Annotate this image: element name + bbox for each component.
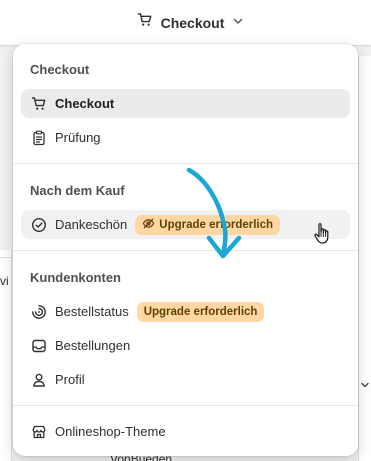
inbox-icon <box>31 338 47 354</box>
menu-item-label: Profil <box>55 372 85 387</box>
background-right-panel <box>358 56 371 461</box>
upgrade-required-badge: Upgrade erforderlich <box>136 301 265 322</box>
menu-item-label: Prüfung <box>55 130 101 145</box>
menu-item-checkout[interactable]: Checkout <box>21 89 350 118</box>
badge-label: Upgrade erforderlich <box>159 218 274 231</box>
badge-label: Upgrade erforderlich <box>143 305 258 318</box>
menu-item-label: Checkout <box>55 96 115 111</box>
section-divider <box>13 250 358 251</box>
menu-item-label: Dankeschön <box>55 217 128 232</box>
menu-item-label: Bestellungen <box>55 338 131 353</box>
store-icon <box>31 424 47 440</box>
person-icon <box>31 372 47 388</box>
background-left-text: vi <box>0 274 9 288</box>
section-heading-kundenkonten: Kundenkonten <box>30 270 121 285</box>
upgrade-required-badge: Upgrade erforderlich <box>135 214 281 235</box>
menu-item-bestellungen[interactable]: Bestellungen <box>21 331 350 360</box>
clipboard-icon <box>31 130 47 146</box>
section-divider <box>13 405 358 406</box>
chevron-down-icon <box>232 14 244 32</box>
menu-item-label: Bestellstatus <box>55 304 129 319</box>
check-circle-icon <box>31 217 47 233</box>
chevron-down-icon <box>360 380 370 393</box>
background-divider <box>0 257 12 258</box>
page-switcher-label: Checkout <box>160 14 225 31</box>
menu-item-profil[interactable]: Profil <box>21 365 350 394</box>
section-divider <box>13 163 358 164</box>
section-heading-checkout: Checkout <box>30 62 90 77</box>
cart-icon <box>137 12 153 33</box>
menu-item-label: Onlineshop-Theme <box>55 424 166 439</box>
menu-item-onlineshop-theme[interactable]: Onlineshop-Theme <box>21 417 350 446</box>
menu-item-bestellstatus[interactable]: Bestellstatus Upgrade erforderlich <box>21 297 350 326</box>
section-heading-nach-dem-kauf: Nach dem Kauf <box>30 183 125 198</box>
top-bar: Checkout <box>0 0 371 46</box>
menu-item-pruefung[interactable]: Prüfung <box>21 123 350 152</box>
hand-cursor-icon <box>314 223 329 244</box>
cart-icon <box>31 96 47 112</box>
status-icon <box>31 304 47 320</box>
eye-off-icon <box>142 217 155 233</box>
menu-item-dankeschoen[interactable]: Dankeschön Upgrade erforderlich <box>21 210 350 239</box>
page-switcher-dropdown: Checkout Checkout Prüfung Nach dem Kauf … <box>13 44 358 456</box>
page-switcher-button[interactable]: Checkout <box>137 12 245 33</box>
